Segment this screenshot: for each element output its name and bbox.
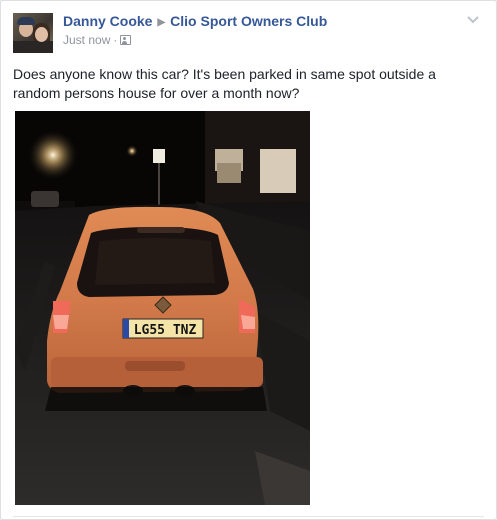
- to-arrow-icon: ▶: [157, 17, 166, 28]
- group-name-link[interactable]: Clio Sport Owners Club: [170, 13, 327, 29]
- group-audience-icon[interactable]: [120, 35, 132, 45]
- post-meta: Just now ·: [63, 33, 132, 47]
- post-header: Danny Cooke ▶ Clio Sport Owners Club Just …: [13, 11, 484, 55]
- post-author-line: Danny Cooke ▶ Clio Sport Owners Club: [63, 13, 327, 29]
- author-avatar[interactable]: [13, 13, 53, 53]
- avatar-hat: [17, 17, 35, 25]
- chevron-down-icon[interactable]: [466, 15, 480, 25]
- post-card: Danny Cooke ▶ Clio Sport Owners Club Just …: [0, 0, 497, 520]
- meta-separator: ·: [113, 33, 118, 47]
- post-divider: [13, 516, 484, 517]
- avatar-coat: [13, 41, 53, 53]
- post-timestamp[interactable]: Just now: [63, 33, 110, 47]
- avatar-face-2: [35, 27, 48, 42]
- number-plate: LG55 TNZ: [134, 323, 197, 338]
- car-photo-svg: LG55 TNZ: [15, 111, 310, 505]
- post-photo[interactable]: LG55 TNZ: [15, 111, 310, 505]
- post-text: Does anyone know this car? It's been par…: [13, 66, 436, 101]
- author-name-link[interactable]: Danny Cooke: [63, 13, 152, 29]
